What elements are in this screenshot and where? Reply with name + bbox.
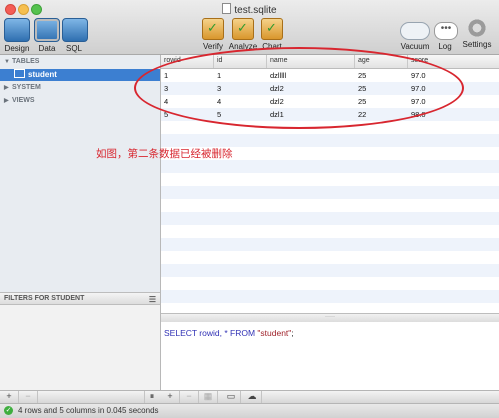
data-icon (34, 18, 60, 42)
success-check-icon: ✓ (4, 406, 13, 415)
empty-row (161, 199, 499, 212)
disclosure-open-icon: ▼ (4, 59, 10, 65)
add-row-button[interactable]: + (161, 391, 180, 403)
sidebar-section-tables[interactable]: ▼ TABLES (4, 58, 39, 65)
tables-header-label: TABLES (12, 58, 40, 65)
empty-row (161, 251, 499, 264)
toolbar: test.sqlite Design Data SQL ✓ Verify ✓ A… (0, 0, 499, 55)
sidebar-section-views[interactable]: ▶ VIEWS (4, 97, 35, 104)
window-title-text: test.sqlite (234, 5, 277, 16)
remove-row-button[interactable]: − (180, 391, 199, 403)
menu-icon[interactable]: ☰ (149, 295, 156, 304)
vacuum-button[interactable]: Vacuum (400, 18, 430, 51)
add-filter-button[interactable]: + (0, 391, 19, 403)
analyze-button[interactable]: ✓ Analyze (228, 18, 258, 51)
filters-header: FILTERS FOR STUDENT ☰ (0, 293, 160, 305)
sidebar-section-system[interactable]: ▶ SYSTEM (4, 84, 41, 91)
table-icon (14, 69, 25, 78)
speech-bubble-icon: ••• (434, 22, 458, 40)
sql-keyword: SELECT (164, 328, 197, 338)
empty-row (161, 173, 499, 186)
image-icon[interactable]: ▦ (199, 391, 218, 403)
cloud-icon (400, 22, 430, 40)
chart-icon: ✓ (261, 18, 283, 40)
sql-table-name: "student" (255, 328, 292, 338)
verify-icon: ✓ (202, 18, 224, 40)
empty-row (161, 277, 499, 290)
empty-row (161, 303, 499, 313)
settings-label: Settings (462, 40, 492, 49)
document-icon (222, 3, 232, 14)
sql-terminator: ; (291, 328, 294, 338)
bottom-bar: + − ⏸ + − ▦ ▭ ☁ (0, 390, 499, 403)
design-icon (4, 18, 30, 42)
sql-editor[interactable]: SELECT rowid, * FROM "student"; (161, 322, 499, 390)
disclosure-closed-icon: ▶ (4, 98, 9, 104)
display-icon[interactable]: ▭ (222, 391, 241, 403)
annotation-ellipse (134, 47, 464, 129)
sql-button[interactable]: SQL (62, 18, 88, 53)
settings-button[interactable]: Settings (461, 18, 493, 49)
empty-row (161, 290, 499, 303)
verify-button[interactable]: ✓ Verify (200, 18, 226, 51)
sql-columns: rowid, * (196, 328, 230, 338)
window-title: test.sqlite (0, 3, 499, 16)
sidebar-item-label: student (28, 70, 57, 79)
data-button[interactable]: Data (34, 18, 60, 53)
filters-panel: FILTERS FOR STUDENT ☰ (0, 292, 160, 391)
filters-header-label: FILTERS FOR STUDENT (4, 295, 85, 302)
sidebar-item-student[interactable]: student (0, 69, 160, 81)
pause-button[interactable]: ⏸ (144, 391, 159, 403)
design-label: Design (4, 44, 30, 53)
empty-row (161, 264, 499, 277)
sql-icon (62, 18, 88, 42)
sql-label: SQL (65, 44, 82, 53)
disclosure-closed-icon: ▶ (4, 85, 9, 91)
status-bar: ✓ 4 rows and 5 columns in 0.045 seconds (0, 403, 499, 418)
empty-row (161, 212, 499, 225)
log-button[interactable]: ••• Log (434, 18, 458, 51)
data-label: Data (38, 44, 56, 53)
design-button[interactable]: Design (4, 18, 30, 53)
app-window: test.sqlite Design Data SQL ✓ Verify ✓ A… (0, 0, 499, 418)
log-label: Log (438, 42, 452, 51)
empty-row (161, 225, 499, 238)
remove-filter-button[interactable]: − (19, 391, 38, 403)
verify-label: Verify (202, 42, 223, 51)
views-header-label: VIEWS (12, 97, 35, 104)
system-header-label: SYSTEM (12, 84, 41, 91)
sql-query: SELECT rowid, * FROM "student"; (164, 328, 294, 338)
gear-icon (467, 18, 487, 38)
empty-row (161, 186, 499, 199)
empty-row (161, 160, 499, 173)
sql-keyword: FROM (230, 328, 256, 338)
status-text: 4 rows and 5 columns in 0.045 seconds (18, 406, 159, 415)
empty-row (161, 238, 499, 251)
chart-button[interactable]: ✓ Chart (260, 18, 284, 51)
annotation-text: 如图，第二条数据已经被删除 (96, 148, 233, 160)
vacuum-label: Vacuum (400, 42, 430, 51)
analyze-icon: ✓ (232, 18, 254, 40)
upload-cloud-icon[interactable]: ☁ (243, 391, 262, 403)
